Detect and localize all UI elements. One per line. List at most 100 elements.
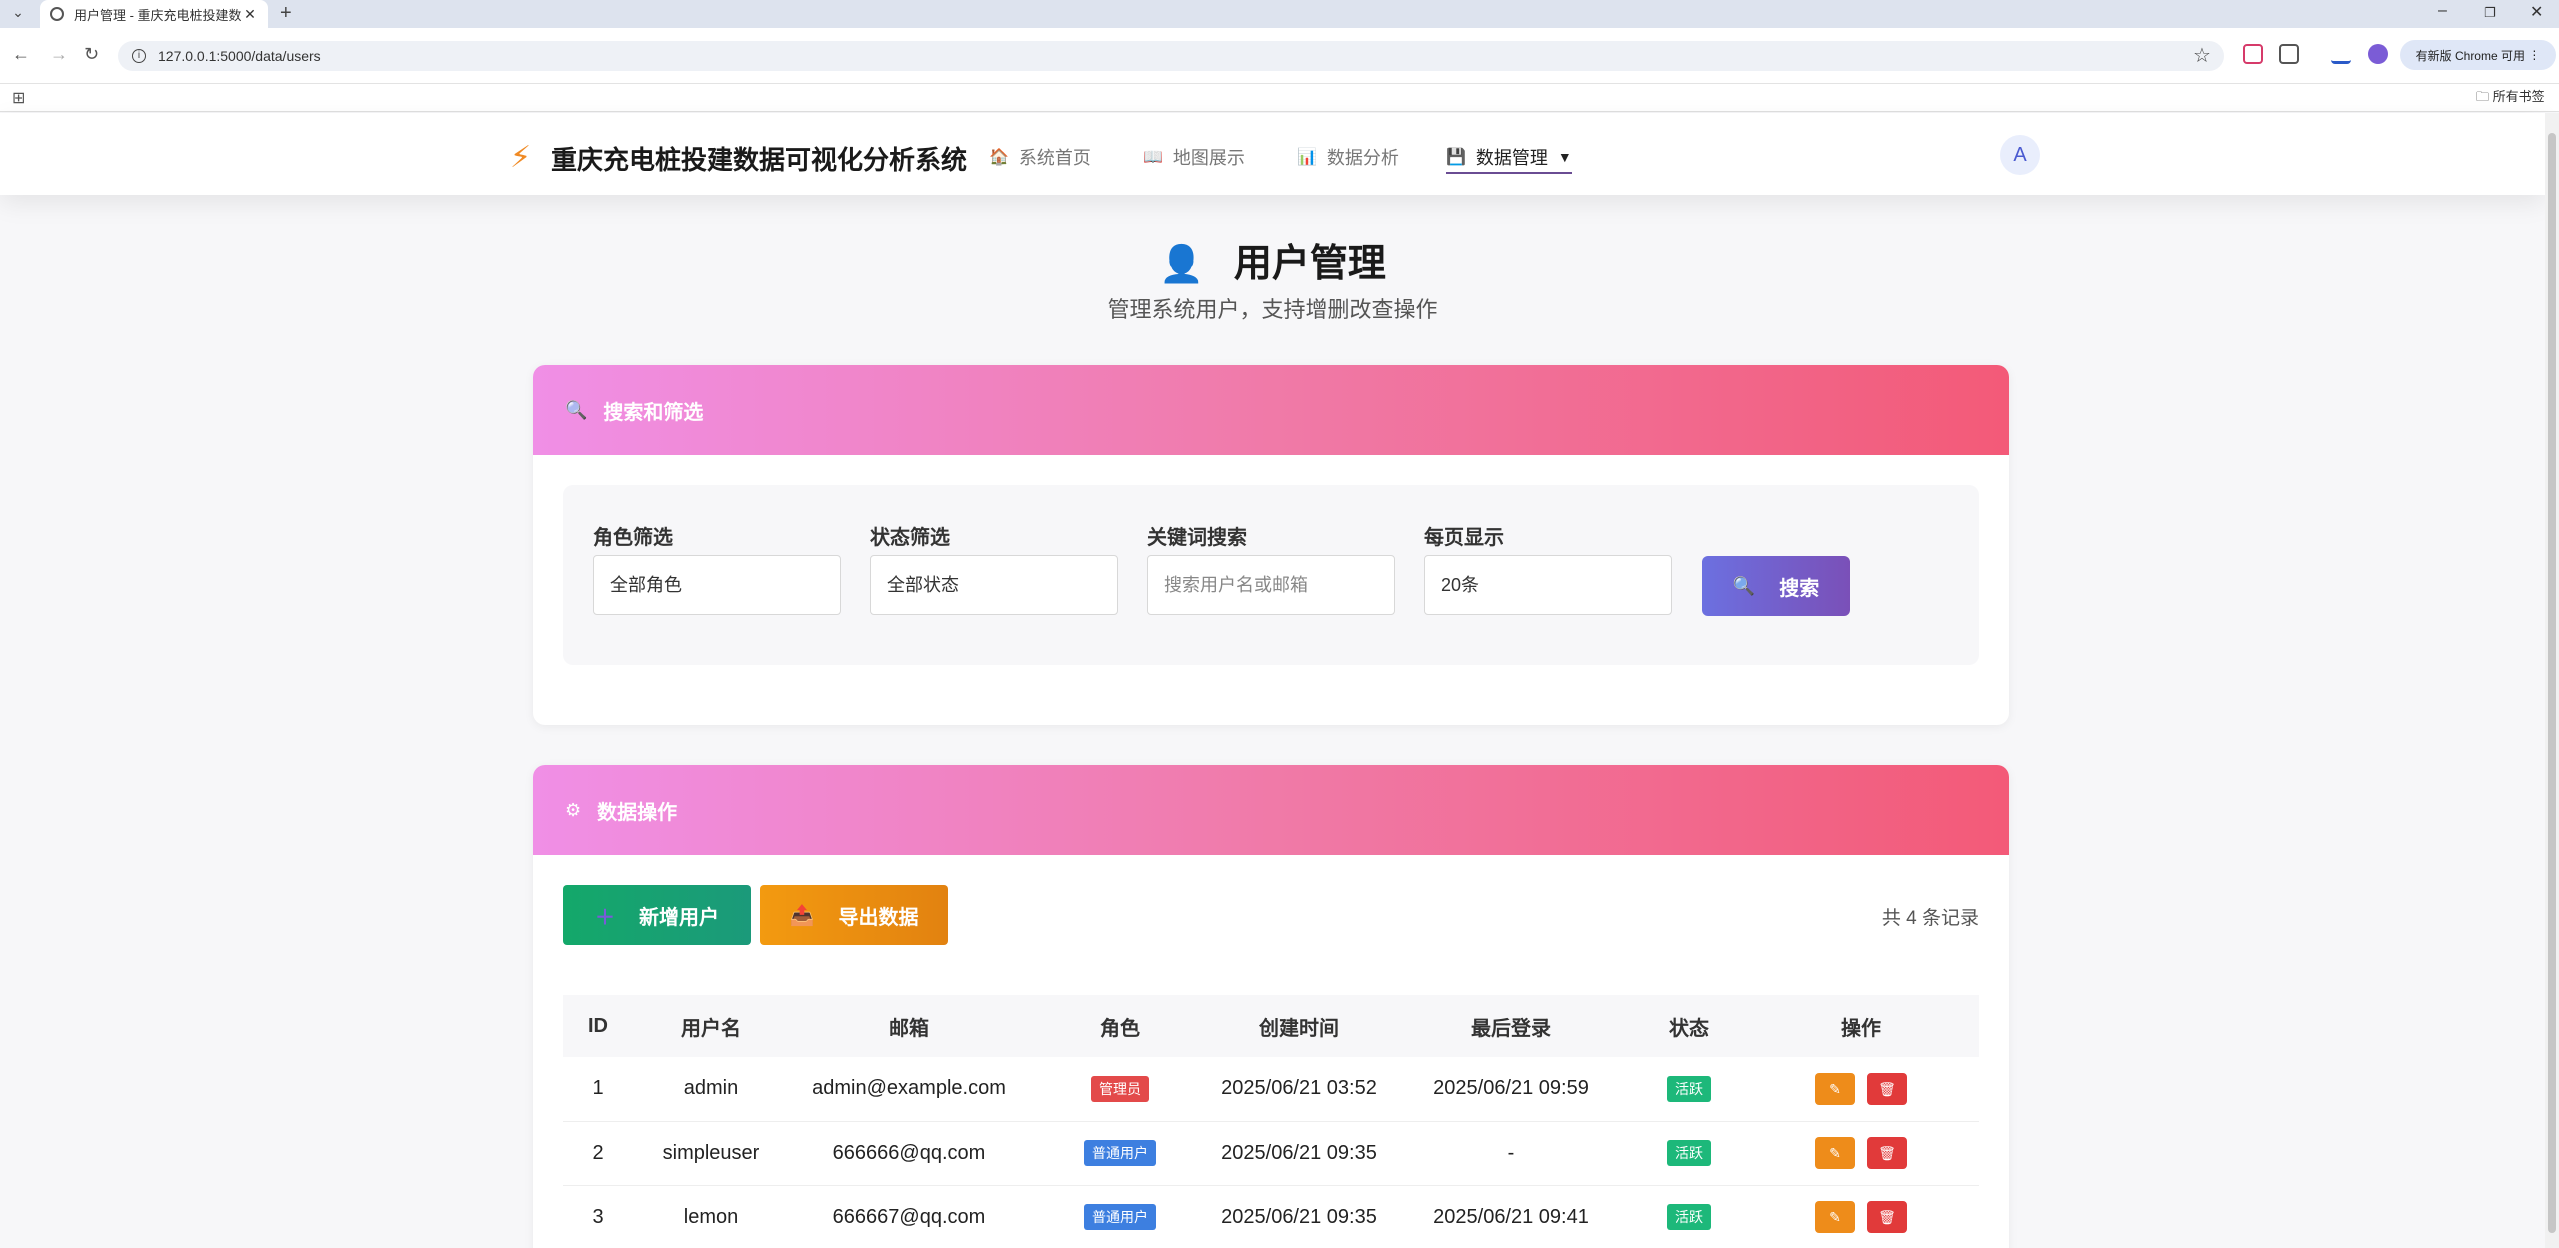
edit-button[interactable]: ✎ bbox=[1815, 1201, 1855, 1233]
site-info-icon[interactable]: i bbox=[132, 49, 146, 63]
cell-username: simpleuser bbox=[633, 1121, 789, 1186]
plus-icon: ＋ bbox=[595, 906, 615, 929]
cell-username: admin bbox=[633, 1057, 789, 1122]
cell-role: 普通用户 bbox=[1029, 1121, 1211, 1186]
col-role[interactable]: 角色 bbox=[1029, 995, 1211, 1057]
cell-role: 普通用户 bbox=[1029, 1185, 1211, 1248]
table-row: 1 admin admin@example.com 管理员 2025/06/21… bbox=[563, 1057, 1979, 1122]
edit-button[interactable]: ✎ bbox=[1815, 1072, 1855, 1105]
download-icon[interactable] bbox=[2331, 44, 2351, 64]
apps-grid-icon[interactable]: ⊞ bbox=[12, 88, 25, 108]
delete-button[interactable]: 🗑 bbox=[1867, 1201, 1907, 1233]
keyword-search-input[interactable]: 搜索用户名或邮箱 bbox=[1147, 555, 1395, 615]
cell-actions: ✎ 🗑 bbox=[1743, 1185, 1979, 1248]
all-bookmarks-label: 所有书签 bbox=[2492, 89, 2545, 104]
col-status[interactable]: 状态 bbox=[1635, 995, 1743, 1057]
col-last-login[interactable]: 最后登录 bbox=[1387, 995, 1635, 1057]
add-user-label: 新增用户 bbox=[639, 906, 719, 929]
extension-icon[interactable] bbox=[2243, 44, 2263, 64]
cell-actions: ✎ 🗑 bbox=[1743, 1121, 1979, 1186]
tab-title: 用户管理 - 重庆充电桩投建数据 bbox=[74, 7, 242, 23]
cell-actions: ✎ 🗑 bbox=[1743, 1057, 1979, 1122]
status-filter-label: 状态筛选 bbox=[870, 527, 950, 549]
cell-id: 3 bbox=[563, 1185, 633, 1248]
delete-button[interactable]: 🗑 bbox=[1867, 1137, 1907, 1169]
bookmarks-bar bbox=[0, 84, 2559, 112]
cell-email: admin@example.com bbox=[789, 1057, 1029, 1122]
user-icon: 👤 bbox=[1159, 243, 1204, 284]
site-brand[interactable]: 重庆充电桩投建数据可视化分析系统 bbox=[551, 140, 967, 177]
close-tab-icon[interactable]: ✕ bbox=[242, 6, 258, 23]
col-id[interactable]: ID bbox=[563, 995, 633, 1057]
nav-home[interactable]: 🏠 系统首页 bbox=[989, 144, 1091, 170]
col-email[interactable]: 邮箱 bbox=[789, 995, 1029, 1057]
scrollbar-thumb[interactable] bbox=[2548, 133, 2556, 1233]
nav-home-label: 系统首页 bbox=[1018, 148, 1091, 168]
role-filter-select[interactable]: 全部角色 bbox=[593, 555, 841, 615]
export-data-label: 导出数据 bbox=[838, 906, 919, 929]
extensions-puzzle-icon[interactable] bbox=[2279, 44, 2299, 64]
delete-button[interactable]: 🗑 bbox=[1867, 1072, 1907, 1105]
filter-card: 🔍 搜索和筛选 角色筛选 全部角色 状态筛选 全部状态 关键词搜索 搜索用户名或… bbox=[533, 365, 2009, 725]
role-badge: 普通用户 bbox=[1084, 1140, 1156, 1166]
edit-button[interactable]: ✎ bbox=[1815, 1137, 1855, 1169]
page-subtitle: 管理系统用户，支持增删改查操作 bbox=[1107, 297, 1438, 322]
profile-icon[interactable] bbox=[2368, 44, 2388, 64]
chevron-down-icon: ▼ bbox=[1557, 149, 1572, 165]
export-icon: 📤 bbox=[789, 904, 815, 927]
new-tab-icon[interactable]: + bbox=[280, 2, 292, 25]
bookmark-star-icon[interactable]: ☆ bbox=[2193, 43, 2211, 68]
cell-last-login: 2025/06/21 09:59 bbox=[1387, 1057, 1635, 1122]
export-data-button[interactable]: 📤 导出数据 bbox=[760, 885, 948, 945]
forward-icon[interactable]: → bbox=[50, 44, 68, 65]
cell-created: 2025/06/21 09:35 bbox=[1211, 1185, 1387, 1248]
update-label: 有新版 Chrome 可用 bbox=[2415, 48, 2525, 63]
nav-map-label: 地图展示 bbox=[1172, 148, 1245, 168]
page-size-select[interactable]: 20条 bbox=[1424, 555, 1672, 615]
page-title: 👤 用户管理 bbox=[0, 232, 2545, 287]
table-header-row: ID 用户名 邮箱 角色 创建时间 最后登录 状态 操作 bbox=[563, 995, 1979, 1057]
data-card-title: 数据操作 bbox=[597, 801, 678, 824]
status-badge: 活跃 bbox=[1667, 1140, 1711, 1166]
page-scrollbar[interactable] bbox=[2545, 113, 2559, 1248]
globe-icon bbox=[50, 7, 64, 21]
minimize-icon[interactable]: – bbox=[2438, 2, 2447, 20]
browser-tab[interactable]: 用户管理 - 重庆充电桩投建数据 ✕ bbox=[40, 0, 268, 28]
add-user-button[interactable]: ＋ 新增用户 bbox=[563, 885, 751, 945]
status-badge: 活跃 bbox=[1667, 1075, 1711, 1102]
status-filter-select[interactable]: 全部状态 bbox=[870, 555, 1118, 615]
chart-icon: 📊 bbox=[1297, 149, 1317, 166]
cell-created: 2025/06/21 03:52 bbox=[1211, 1057, 1387, 1122]
col-created[interactable]: 创建时间 bbox=[1211, 995, 1387, 1057]
cell-created: 2025/06/21 09:35 bbox=[1211, 1121, 1387, 1186]
back-icon[interactable]: ← bbox=[12, 44, 30, 65]
reload-icon[interactable]: ↻ bbox=[84, 44, 99, 65]
restore-icon[interactable]: ❐ bbox=[2484, 5, 2496, 21]
nav-data-management[interactable]: 💾 数据管理 ▼ bbox=[1446, 144, 1572, 174]
search-button-icon: 🔍 bbox=[1732, 575, 1756, 596]
all-bookmarks[interactable]: 🗀 所有书签 bbox=[2476, 86, 2545, 110]
cell-status: 活跃 bbox=[1635, 1185, 1743, 1248]
keyword-search-label: 关键词搜索 bbox=[1147, 527, 1247, 549]
site-header bbox=[0, 113, 2545, 195]
cell-email: 666667@qq.com bbox=[789, 1185, 1029, 1248]
data-card-header: ⚙ 数据操作 bbox=[533, 765, 2009, 855]
table-row: 3 lemon 666667@qq.com 普通用户 2025/06/21 09… bbox=[563, 1185, 1979, 1248]
database-icon: 💾 bbox=[1446, 149, 1466, 166]
filter-card-title: 搜索和筛选 bbox=[603, 401, 704, 424]
close-window-icon[interactable]: ✕ bbox=[2530, 2, 2543, 22]
home-icon: 🏠 bbox=[989, 149, 1009, 166]
nav-analysis[interactable]: 📊 数据分析 bbox=[1297, 144, 1399, 170]
cell-last-login: 2025/06/21 09:41 bbox=[1387, 1185, 1635, 1248]
chrome-update-button[interactable]: 有新版 Chrome 可用 ⋮ bbox=[2400, 40, 2556, 70]
tab-search-icon[interactable]: ⌄ bbox=[8, 4, 28, 24]
cell-id: 2 bbox=[563, 1121, 633, 1186]
col-actions: 操作 bbox=[1743, 995, 1979, 1057]
browser-tabstrip: ⌄ 用户管理 - 重庆充电桩投建数据 ✕ + – ❐ ✕ bbox=[0, 0, 2559, 28]
col-username[interactable]: 用户名 bbox=[633, 995, 789, 1057]
search-button[interactable]: 🔍 搜索 bbox=[1702, 556, 1850, 616]
filter-card-header: 🔍 搜索和筛选 bbox=[533, 365, 2009, 455]
url-field[interactable]: i 127.0.0.1:5000/data/users bbox=[118, 41, 2224, 71]
avatar[interactable]: A bbox=[2000, 135, 2040, 175]
nav-map[interactable]: 📖 地图展示 bbox=[1143, 144, 1245, 170]
